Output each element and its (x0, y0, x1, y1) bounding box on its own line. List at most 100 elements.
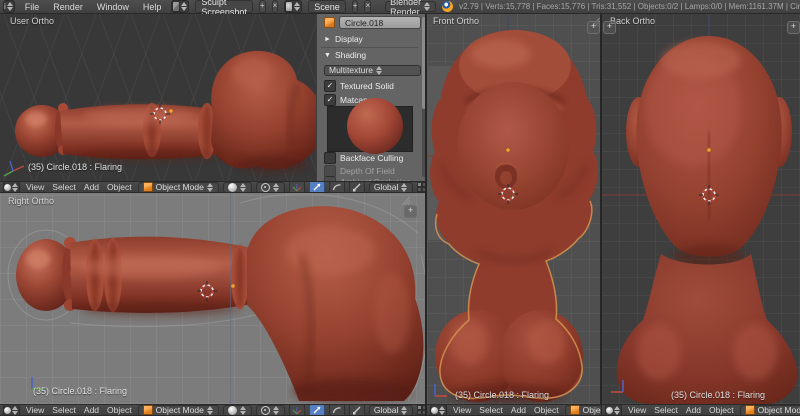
editor-type-button[interactable] (430, 405, 447, 415)
mode-select[interactable]: Object Mode (739, 405, 800, 415)
menu-window[interactable]: Window (93, 2, 133, 12)
menu-view[interactable]: View (451, 405, 473, 415)
scale-manipulator-button[interactable] (348, 405, 365, 415)
menu-view[interactable]: View (24, 405, 46, 415)
menu-select[interactable]: Select (50, 182, 78, 192)
menu-select[interactable]: Select (477, 405, 505, 415)
menu-render[interactable]: Render (49, 2, 87, 12)
open-panel-plus-tab[interactable]: + (603, 21, 616, 34)
scene-button[interactable] (284, 0, 303, 13)
add-scene-button[interactable]: + (351, 0, 359, 13)
scale-manipulator-button[interactable] (348, 182, 365, 192)
chevron-updown-icon (401, 405, 408, 415)
manipulator-toggle-button[interactable] (288, 182, 305, 192)
mode-select[interactable]: Object Mode (564, 405, 601, 415)
scene-statistics: v2.79 | Verts:15,778 | Faces:15,776 | Tr… (459, 2, 800, 11)
viewport-right-ortho[interactable]: Right Ortho (35) Circle.018 : Flaring + (0, 193, 427, 404)
screen-layout-button[interactable] (171, 0, 190, 13)
viewport-shading-select[interactable] (222, 182, 252, 192)
backface-culling-checkbox[interactable] (324, 152, 336, 164)
rotate-manipulator-button[interactable] (328, 182, 345, 192)
chevron-updown-icon (239, 182, 247, 192)
mode-select[interactable]: Object Mode (137, 405, 219, 415)
rotate-manipulator-button[interactable] (328, 405, 345, 415)
matcap-checkbox[interactable]: ✓ (324, 94, 336, 106)
scale-arrow-icon (352, 183, 361, 192)
open-panel-plus-tab[interactable]: + (787, 21, 800, 34)
transform-orientation-select[interactable]: Global (368, 405, 414, 415)
scale-arrow-icon (352, 406, 361, 415)
chevron-updown-icon (294, 2, 301, 11)
editor-type-button[interactable]: i (3, 0, 15, 13)
viewport-label: Front Ortho (433, 16, 480, 26)
matcap-preview[interactable] (327, 98, 413, 154)
editor-type-button[interactable] (3, 182, 20, 192)
translate-manipulator-button[interactable] (308, 405, 325, 415)
menu-file[interactable]: File (21, 2, 44, 12)
textured-solid-row[interactable]: ✓ Textured Solid (317, 80, 428, 92)
viewport-shading-select[interactable] (222, 405, 252, 415)
status-text: (35) Circle.018 : Flaring (28, 162, 123, 172)
menu-select[interactable]: Select (652, 405, 680, 415)
object-name-field[interactable]: Circle.018 (339, 16, 421, 29)
layer-cell[interactable] (422, 410, 425, 415)
chevron-updown-icon (375, 65, 383, 75)
chevron-updown-icon (12, 182, 19, 192)
object-origin-dot (168, 108, 174, 114)
close-scene-button[interactable]: × (364, 0, 372, 13)
3d-view-editor-icon (431, 406, 438, 414)
pivot-point-select[interactable] (255, 405, 285, 415)
layers-widget[interactable] (417, 405, 425, 415)
editor-type-button[interactable] (605, 405, 622, 415)
viewport-back-ortho[interactable]: Back Ortho (35) Circle.018 : Flaring + + (601, 14, 800, 404)
menu-add[interactable]: Add (684, 405, 703, 415)
menu-add[interactable]: Add (82, 405, 101, 415)
pivot-icon (260, 182, 270, 192)
translate-manipulator-button[interactable] (308, 182, 325, 192)
area-divider[interactable] (600, 14, 602, 416)
menu-object[interactable]: Object (532, 405, 561, 415)
screen-layout-name-field[interactable]: Sculpt Screenshot (195, 0, 253, 17)
open-panel-plus-tab[interactable]: + (404, 205, 417, 218)
axes-icon (292, 407, 302, 415)
menu-add[interactable]: Add (509, 405, 528, 415)
add-layout-button[interactable]: + (258, 0, 266, 13)
manipulator-toggle-button[interactable] (288, 405, 305, 415)
panel-shading-header[interactable]: ▼ Shading (317, 49, 428, 61)
menu-help[interactable]: Help (139, 2, 166, 12)
3d-view-editor-icon (606, 406, 613, 414)
area-divider[interactable] (425, 14, 427, 416)
pivot-point-select[interactable] (255, 182, 285, 192)
viewport-header-right: View Select Add Object Object Mode Globa… (0, 404, 425, 416)
sculpt-model-front-view (427, 14, 601, 404)
scene-name-field[interactable]: Scene (308, 0, 346, 13)
editor-updown-icon (6, 2, 14, 11)
expanded-arrow-icon: ▼ (324, 51, 331, 59)
z-axis-line (230, 193, 231, 404)
menu-object[interactable]: Object (105, 182, 134, 192)
backface-culling-row[interactable]: Backface Culling (317, 152, 428, 164)
editor-type-button[interactable] (3, 405, 20, 415)
menu-select[interactable]: Select (50, 405, 78, 415)
shading-mode-select[interactable]: Multitexture (324, 64, 421, 76)
transform-orientation-select[interactable]: Global (368, 182, 414, 192)
collapsed-arrow-icon: ► (324, 35, 331, 43)
textured-solid-checkbox[interactable]: ✓ (324, 80, 336, 92)
translate-arrow-icon (313, 406, 321, 414)
mode-select[interactable]: Object Mode (137, 182, 219, 192)
properties-region: Circle.018 ► Display ▼ Shading Multitext… (316, 14, 428, 188)
menu-view[interactable]: View (626, 405, 648, 415)
menu-object[interactable]: Object (105, 405, 134, 415)
panel-display-header[interactable]: ► Display (317, 33, 428, 45)
sculpt-model-right-view (7, 193, 427, 403)
viewport-front-ortho[interactable]: Front Ortho (35) Circle.018 : Flaring + (427, 14, 601, 404)
menu-view[interactable]: View (24, 182, 46, 192)
3d-view-editor-icon (4, 406, 11, 414)
chevron-updown-icon (206, 182, 214, 192)
close-layout-button[interactable]: × (271, 0, 279, 13)
open-panel-plus-tab[interactable]: + (587, 21, 600, 34)
layers-group-1[interactable] (417, 405, 425, 415)
menu-add[interactable]: Add (82, 182, 101, 192)
menu-object[interactable]: Object (707, 405, 736, 415)
render-engine-select[interactable]: Blender Render (385, 0, 437, 17)
